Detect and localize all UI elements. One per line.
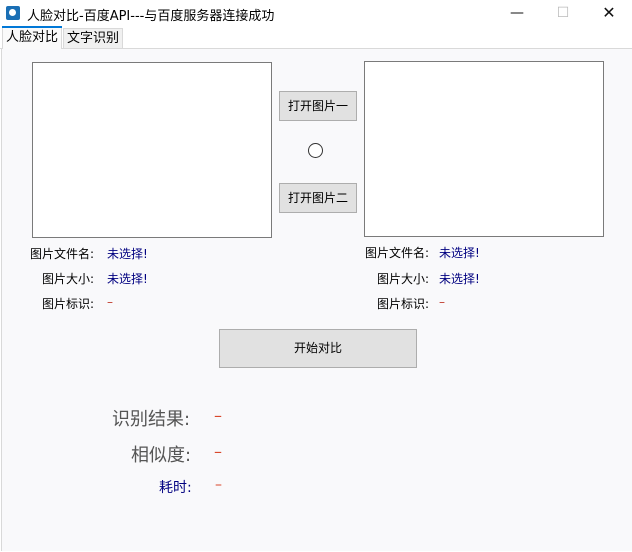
result-label: 识别结果: [112, 409, 191, 430]
time-label: 耗时: [159, 480, 192, 496]
start-compare-button[interactable]: 开始对比 [219, 329, 417, 368]
left-file-name-label: 图片文件名: [30, 247, 95, 261]
time-value: – [215, 477, 222, 493]
left-size-label: 图片大小: [42, 272, 95, 286]
right-file-name-label: 图片文件名: [365, 246, 430, 260]
result-value: – [214, 406, 222, 425]
tab-content-face-compare: 打开图片一 打开图片二 图片文件名: 未选择! 图片大小: 未选择! 图片标识:… [1, 49, 632, 551]
left-tag-value: – [107, 295, 113, 309]
left-file-name-value: 未选择! [107, 247, 148, 261]
open-image-1-button[interactable]: 打开图片一 [279, 91, 357, 121]
similarity-label: 相似度: [131, 445, 192, 466]
window-title: 人脸对比-百度API---与百度服务器连接成功 [27, 9, 275, 24]
maximize-button[interactable]: ☐ [540, 0, 586, 26]
minimize-button[interactable]: — [494, 0, 540, 26]
radio-button[interactable] [308, 143, 323, 158]
right-size-value: 未选择! [439, 272, 480, 286]
left-size-value: 未选择! [107, 272, 148, 286]
open-image-2-button[interactable]: 打开图片二 [279, 183, 357, 213]
right-tag-value: – [439, 295, 445, 309]
right-file-name-value: 未选择! [439, 246, 480, 260]
app-icon [6, 6, 20, 20]
right-tag-label: 图片标识: [377, 297, 430, 311]
close-button[interactable]: ✕ [586, 0, 632, 26]
image-preview-left [32, 62, 272, 238]
similarity-value: – [214, 442, 222, 461]
tab-strip: 人脸对比 文字识别 [0, 26, 632, 49]
title-bar[interactable]: 人脸对比-百度API---与百度服务器连接成功 — ☐ ✕ [0, 0, 632, 26]
tab-face-compare[interactable]: 人脸对比 [1, 26, 63, 49]
tab-text-recognition[interactable]: 文字识别 [63, 28, 124, 48]
app-window: 人脸对比-百度API---与百度服务器连接成功 — ☐ ✕ 人脸对比 文字识别 … [0, 0, 632, 552]
image-preview-right [364, 61, 604, 237]
left-tag-label: 图片标识: [42, 297, 95, 311]
right-size-label: 图片大小: [377, 272, 430, 286]
